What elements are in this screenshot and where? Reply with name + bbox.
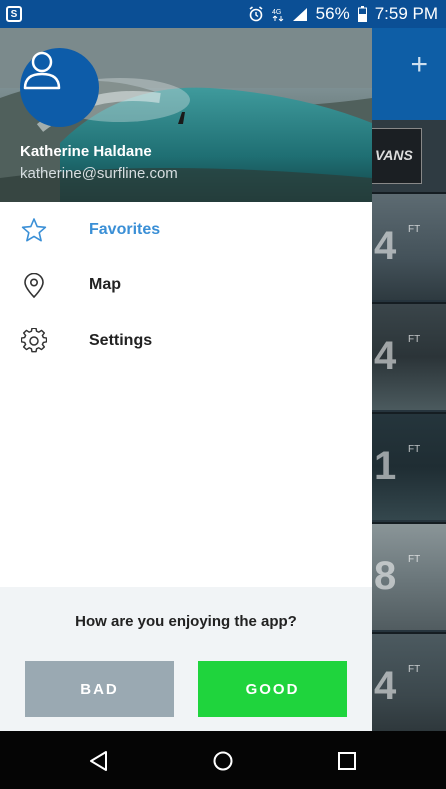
recents-icon [338, 752, 356, 770]
wave-height: 4 [374, 224, 397, 268]
star-icon [20, 216, 48, 244]
menu-label-favorites: Favorites [89, 220, 161, 238]
wave-height: 1 [374, 444, 397, 488]
spot-card: 4 FT [372, 632, 446, 731]
menu-label-map: Map [89, 276, 121, 294]
wave-height: 4 [374, 334, 397, 378]
wave-unit: FT [408, 334, 421, 345]
app-notification-icon: S [6, 6, 22, 22]
rating-panel: How are you enjoying the app? BAD GOOD [0, 587, 372, 731]
spot-card: 8 FT [372, 522, 446, 630]
svg-text:4G: 4G [272, 9, 281, 16]
home-icon [213, 751, 233, 771]
menu-label-settings: Settings [89, 331, 153, 349]
back-icon [90, 751, 107, 771]
menu-item-map[interactable]: Map [0, 258, 372, 314]
battery-icon [357, 6, 367, 22]
recents-button[interactable] [332, 746, 362, 776]
back-button[interactable] [84, 746, 114, 776]
wave-unit: FT [408, 554, 421, 565]
background-app: + VANS 4 FT 4 FT 1 FT 8 FT 4 FT [372, 28, 446, 731]
good-button[interactable]: GOOD [198, 661, 347, 717]
menu-item-settings[interactable]: Settings [0, 313, 372, 369]
signal-icon [292, 7, 308, 21]
rating-question: How are you enjoying the app? [75, 613, 297, 630]
user-name: Katherine Haldane [20, 143, 152, 160]
add-icon: + [410, 48, 428, 81]
alarm-icon [248, 6, 264, 22]
status-bar: S 4G 56% 7:59 PM [0, 0, 446, 28]
drawer-menu: Favorites Map Settings [0, 202, 372, 369]
map-pin-icon [20, 272, 48, 300]
user-email: katherine@surfline.com [20, 165, 178, 182]
bad-button[interactable]: BAD [25, 661, 174, 717]
wave-height: 4 [374, 664, 397, 708]
system-nav-bar [0, 731, 446, 789]
wave-unit: FT [408, 224, 421, 235]
ad-text: VANS [372, 128, 422, 184]
clock: 7:59 PM [374, 4, 438, 23]
background-toolbar: + [372, 28, 446, 120]
navigation-drawer: Katherine Haldane katherine@surfline.com… [0, 28, 372, 731]
user-icon [23, 51, 61, 90]
spot-card: 1 FT [372, 412, 446, 520]
profile-header: Katherine Haldane katherine@surfline.com [0, 28, 372, 202]
menu-item-favorites[interactable]: Favorites [0, 202, 372, 258]
ad-banner: VANS [372, 120, 446, 192]
spot-card: 4 FT [372, 302, 446, 410]
spot-card: 4 FT [372, 192, 446, 300]
home-button[interactable] [208, 746, 238, 776]
wave-unit: FT [408, 664, 421, 675]
data-4g-icon: 4G [272, 6, 284, 22]
gear-icon [20, 327, 48, 355]
battery-percent: 56% [315, 4, 350, 23]
wave-unit: FT [408, 444, 421, 455]
avatar[interactable] [20, 48, 99, 127]
wave-height: 8 [374, 554, 397, 598]
